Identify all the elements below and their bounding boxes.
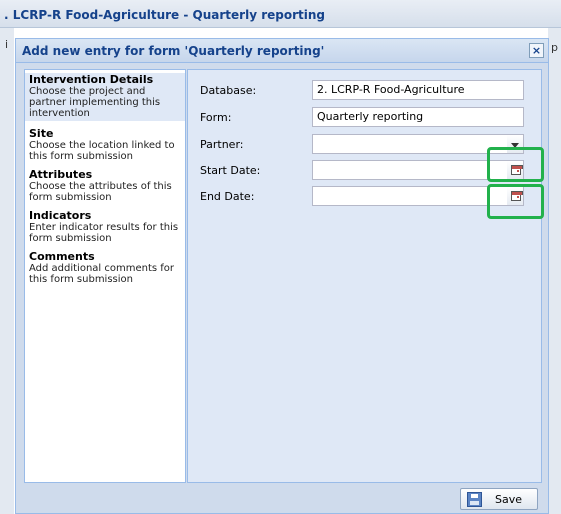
add-entry-dialog: Add new entry for form 'Quarterly report… (15, 38, 549, 514)
nav-item-desc: Enter indicator results for this form su… (29, 222, 179, 244)
save-button-label: Save (495, 493, 523, 506)
end-date-label: End Date: (200, 190, 255, 203)
background-window-title: . LCRP-R Food-Agriculture - Quarterly re… (4, 8, 325, 22)
end-date-highlight (487, 184, 544, 219)
start-date-input[interactable] (312, 160, 508, 180)
section-navigation: Intervention Details Choose the project … (24, 69, 186, 483)
nav-item-desc: Add additional comments for this form su… (29, 263, 175, 285)
end-date-input[interactable] (312, 186, 508, 206)
form-field[interactable]: Quarterly reporting (312, 107, 524, 127)
nav-item-desc: Choose the attributes of this form submi… (29, 181, 172, 203)
nav-item-attributes[interactable]: Attributes Choose the attributes of this… (29, 168, 181, 204)
background-right-glyph: p (551, 41, 558, 54)
nav-item-title: Intervention Details (29, 73, 154, 86)
nav-item-site[interactable]: Site Choose the location linked to this … (29, 127, 181, 163)
nav-item-title: Indicators (29, 209, 92, 222)
floppy-disk-icon (467, 492, 482, 507)
dialog-title: Add new entry for form 'Quarterly report… (22, 44, 325, 58)
nav-item-indicators[interactable]: Indicators Enter indicator results for t… (29, 209, 181, 245)
partner-label: Partner: (200, 138, 244, 151)
close-icon[interactable]: × (529, 43, 544, 58)
nav-item-desc: Choose the project and partner implement… (29, 86, 161, 119)
background-right-strip (548, 28, 561, 514)
start-date-label: Start Date: (200, 164, 261, 177)
background-left-strip (0, 28, 14, 514)
database-field[interactable]: 2. LCRP-R Food-Agriculture (312, 80, 524, 100)
nav-item-intervention-details[interactable]: Intervention Details Choose the project … (25, 73, 185, 121)
background-left-glyph: i (5, 38, 9, 51)
dialog-header: Add new entry for form 'Quarterly report… (16, 39, 548, 63)
nav-item-title: Site (29, 127, 54, 140)
intervention-details-form: Database: 2. LCRP-R Food-Agriculture For… (187, 69, 542, 483)
nav-item-title: Comments (29, 250, 95, 263)
nav-item-desc: Choose the location linked to this form … (29, 140, 175, 162)
background-window-titlebar: . LCRP-R Food-Agriculture - Quarterly re… (0, 0, 561, 28)
start-date-highlight (487, 147, 544, 182)
partner-select[interactable] (312, 134, 508, 154)
nav-item-comments[interactable]: Comments Add additional comments for thi… (29, 250, 181, 286)
database-label: Database: (200, 84, 257, 97)
save-button[interactable]: Save (460, 488, 538, 510)
nav-item-title: Attributes (29, 168, 93, 181)
form-label: Form: (200, 111, 232, 124)
